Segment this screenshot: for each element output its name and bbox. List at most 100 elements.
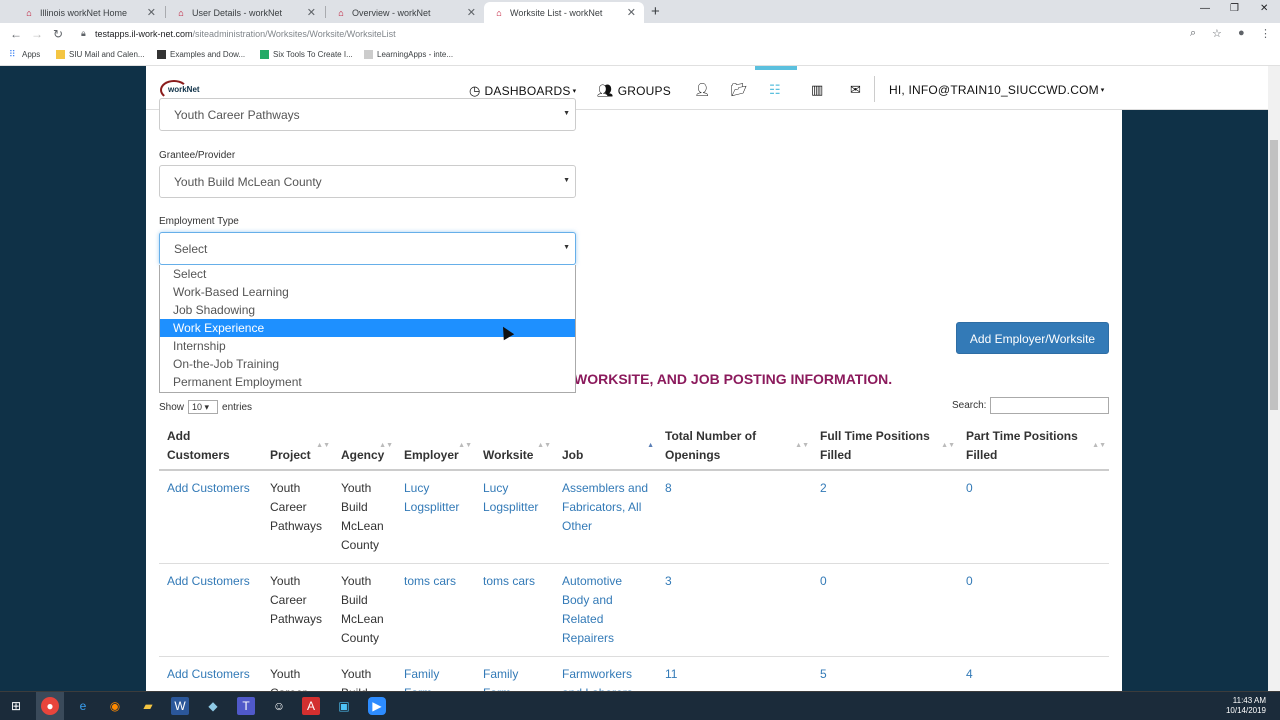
minimize-icon[interactable]: — <box>1200 3 1210 14</box>
header-label: Total Number of Openings <box>665 429 757 462</box>
openings-link[interactable]: 3 <box>657 563 812 657</box>
bookmark-star-icon[interactable]: ☆ <box>1212 27 1222 40</box>
word-icon[interactable]: W <box>171 697 189 715</box>
user-icon[interactable]: 👤︎ <box>694 82 711 98</box>
groups-menu[interactable]: 👥︎ GROUPS <box>597 83 671 99</box>
column-header[interactable]: Employer ▲▼ <box>396 419 475 471</box>
add-customers-link[interactable]: Add Customers <box>159 656 262 691</box>
part-time-link[interactable]: 0 <box>958 470 1109 564</box>
project-select[interactable]: Youth Career Pathways ▼ <box>159 98 576 131</box>
file-explorer-icon[interactable]: ▰ <box>139 697 157 715</box>
column-header[interactable]: Worksite ▲▼ <box>475 419 554 471</box>
restore-icon[interactable]: ❐ <box>1230 3 1239 14</box>
employer-link[interactable]: Family Farm <box>396 656 475 691</box>
windows-start-icon[interactable]: ⊞ <box>7 697 25 715</box>
full-time-link[interactable]: 2 <box>812 470 958 564</box>
browser-tab-active[interactable]: ⌂ Worksite List - workNet ✕ <box>484 2 644 23</box>
dropdown-option[interactable]: Internship <box>160 337 575 355</box>
back-icon[interactable]: ← <box>10 27 22 41</box>
grantee-label: Grantee/Provider <box>159 150 236 161</box>
page-scrollbar[interactable] <box>1268 66 1280 691</box>
job-link[interactable]: Farmworkers and Laborers, <box>554 656 657 691</box>
bookmark-apps[interactable]: ⠿ Apps <box>9 50 40 60</box>
forward-icon[interactable]: → <box>31 27 43 41</box>
add-customers-link[interactable]: Add Customers <box>159 470 262 564</box>
new-tab-button[interactable]: + <box>651 3 660 20</box>
user-account-menu[interactable]: HI, INFO@TRAIN10_SIUCCWD.COM ▾ <box>889 83 1105 97</box>
sort-icon: ▲▼ <box>1092 442 1106 449</box>
close-window-icon[interactable]: ✕ <box>1260 3 1268 14</box>
app-icon[interactable]: ☺ <box>270 697 288 715</box>
part-time-link[interactable]: 0 <box>958 563 1109 657</box>
search-input[interactable] <box>990 397 1110 414</box>
bookmark-item[interactable]: LearningApps - inte... <box>364 50 453 59</box>
dropdown-option[interactable]: Permanent Employment <box>160 373 575 391</box>
bookmark-label: Examples and Dow... <box>170 50 246 59</box>
close-tab-icon[interactable]: ✕ <box>147 6 156 19</box>
edge-icon[interactable]: e <box>74 697 92 715</box>
dropdown-option[interactable]: On-the-Job Training <box>160 355 575 373</box>
job-link[interactable]: Automotive Body and Related Repairers <box>554 563 657 657</box>
project-select-value: Youth Career Pathways <box>174 108 300 122</box>
app-icon[interactable]: ▣ <box>335 697 353 715</box>
grantee-select[interactable]: Youth Build McLean County ▼ <box>159 165 576 198</box>
column-header[interactable]: Job ▲ <box>554 419 657 471</box>
full-time-link[interactable]: 0 <box>812 563 958 657</box>
zoom-icon[interactable]: ⌕ <box>1190 27 1196 40</box>
browser-tab[interactable]: ⌂ Overview - workNet ✕ <box>326 2 484 23</box>
bookmark-item[interactable]: Six Tools To Create I... <box>260 50 353 59</box>
url-field[interactable]: testapps.il-work-net.com/siteadministrat… <box>95 29 396 39</box>
search-label: Search: <box>952 400 987 411</box>
caret-down-icon: ▼ <box>563 244 570 251</box>
close-tab-icon[interactable]: ✕ <box>467 6 476 19</box>
teams-icon[interactable]: T <box>237 697 255 715</box>
worksite-link[interactable]: Lucy Logsplitter <box>475 470 554 564</box>
chrome-icon[interactable]: ● <box>41 697 59 715</box>
add-employer-worksite-button[interactable]: Add Employer/Worksite <box>956 322 1109 354</box>
caret-down-icon: ▼ <box>563 177 570 184</box>
menu-icon[interactable]: ⋮ <box>1260 27 1271 40</box>
openings-link[interactable]: 8 <box>657 470 812 564</box>
bookmark-item[interactable]: SIU Mail and Calen... <box>56 50 145 59</box>
list-document-icon[interactable]: ☷ <box>769 82 781 98</box>
bookmark-item[interactable]: Examples and Dow... <box>157 50 245 59</box>
close-tab-icon[interactable]: ✕ <box>307 6 316 19</box>
column-header[interactable]: Full Time Positions Filled ▲▼ <box>812 419 958 471</box>
dropdown-option[interactable]: Select <box>160 265 575 283</box>
acrobat-icon[interactable]: A <box>302 697 320 715</box>
project-cell: Youth Career Pathways <box>262 656 333 691</box>
envelope-icon[interactable]: ✉ <box>850 82 861 98</box>
system-clock[interactable]: 11:43 AM 10/14/2019 <box>1226 696 1266 716</box>
reload-icon[interactable]: ↻ <box>53 27 63 41</box>
job-link[interactable]: Assemblers and Fabricators, All Other <box>554 470 657 564</box>
column-header[interactable]: Part Time Positions Filled ▲▼ <box>958 419 1109 471</box>
app-icon[interactable]: ◆ <box>204 697 222 715</box>
worksite-link[interactable]: Family Farm <box>475 656 554 691</box>
bar-chart-icon[interactable]: ▥ <box>811 82 823 98</box>
employer-link[interactable]: toms cars <box>396 563 475 657</box>
column-header[interactable]: Project ▲▼ <box>262 419 333 471</box>
entries-select[interactable]: 10 ▾ <box>188 400 219 414</box>
employment-type-select[interactable]: Select ▼ <box>159 232 576 265</box>
tab-label: Illinois workNet Home <box>40 7 128 18</box>
worksite-link[interactable]: toms cars <box>475 563 554 657</box>
column-header[interactable]: Agency ▲▼ <box>333 419 396 471</box>
folder-icon[interactable]: 📂︎ <box>731 82 748 98</box>
browser-tab[interactable]: ⌂ User Details - workNet ✕ <box>166 2 324 23</box>
column-header[interactable]: Total Number of Openings ▲▼ <box>657 419 812 471</box>
column-header[interactable]: Add Customers <box>159 419 262 471</box>
dropdown-option[interactable]: Job Shadowing <box>160 301 575 319</box>
dropdown-option[interactable]: Work-Based Learning <box>160 283 575 301</box>
employer-link[interactable]: Lucy Logsplitter <box>396 470 475 564</box>
browser-tab[interactable]: ⌂ Illinois workNet Home ✕ <box>14 2 164 23</box>
part-time-link[interactable]: 4 <box>958 656 1109 691</box>
firefox-icon[interactable]: ◉ <box>106 697 124 715</box>
zoom-app-icon[interactable]: ▶ <box>368 697 386 715</box>
add-customers-link[interactable]: Add Customers <box>159 563 262 657</box>
openings-link[interactable]: 11 <box>657 656 812 691</box>
full-time-link[interactable]: 5 <box>812 656 958 691</box>
profile-icon[interactable]: ● <box>1238 27 1245 39</box>
dashboards-menu[interactable]: ◷ DASHBOARDS ▾ <box>469 83 576 99</box>
close-tab-icon[interactable]: ✕ <box>627 6 636 19</box>
scrollbar-thumb[interactable] <box>1270 140 1278 410</box>
